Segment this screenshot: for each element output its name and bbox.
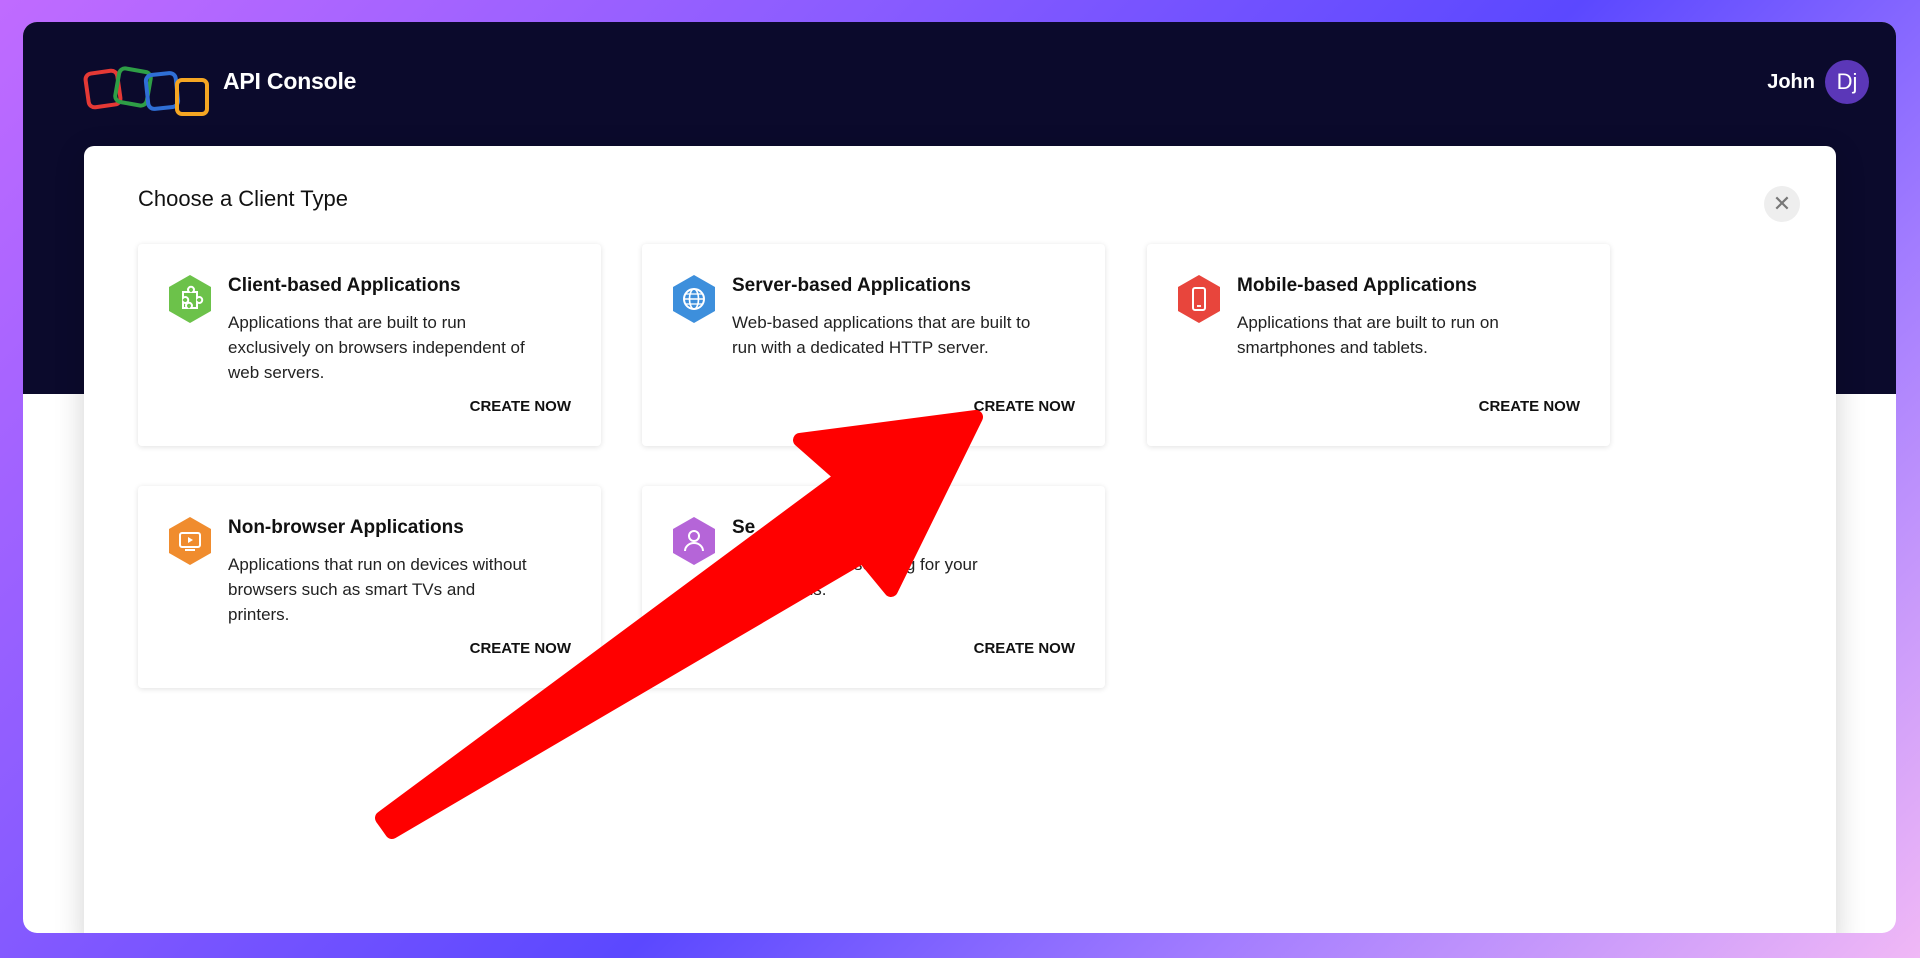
card-description: Web-based applications that are built to…	[732, 313, 1031, 357]
card-description: Applications that run on devices without…	[228, 555, 527, 624]
card-title: Non-browser Applications	[228, 517, 464, 538]
globe-icon	[673, 275, 715, 323]
client-type-modal: Choose a Client Type ✕ Client-based Appl…	[84, 146, 1836, 933]
user-icon	[673, 517, 715, 565]
create-now-button[interactable]: CREATE NOW	[1479, 398, 1580, 415]
mobile-icon	[1178, 275, 1220, 323]
card-title: Server-based Applications	[732, 275, 971, 296]
avatar[interactable]: Dj	[1825, 60, 1869, 104]
card-description: ntials test client-server g for your app…	[732, 555, 978, 599]
app-frame: API Console John Dj Choose a Client Type…	[23, 22, 1896, 933]
card-server-based[interactable]: Server-based Applications Web-based appl…	[642, 244, 1105, 446]
create-now-button[interactable]: CREATE NOW	[470, 640, 571, 657]
create-now-button[interactable]: CREATE NOW	[974, 640, 1075, 657]
app-title: API Console	[223, 68, 357, 94]
user-name: John	[1767, 70, 1815, 93]
card-non-browser[interactable]: Non-browser Applications Applications th…	[138, 486, 601, 688]
user-menu[interactable]: John Dj	[1767, 60, 1869, 104]
card-description: Applications that are built to run exclu…	[228, 313, 525, 382]
card-client-based[interactable]: Client-based Applications Applications t…	[138, 244, 601, 446]
card-description: Applications that are built to run on sm…	[1237, 313, 1499, 357]
logo-icon	[83, 66, 209, 116]
card-title: Se	[732, 517, 756, 538]
card-title: Client-based Applications	[228, 275, 461, 296]
card-self-client[interactable]: Se ntials test client-server g for your …	[642, 486, 1105, 688]
card-title: Mobile-based Applications	[1237, 275, 1477, 296]
puzzle-icon	[169, 275, 211, 323]
modal-title: Choose a Client Type	[138, 186, 348, 211]
tv-icon	[169, 517, 211, 565]
create-now-button[interactable]: CREATE NOW	[470, 398, 571, 415]
card-mobile-based[interactable]: Mobile-based Applications Applications t…	[1147, 244, 1610, 446]
close-button[interactable]: ✕	[1764, 186, 1800, 222]
create-now-button[interactable]: CREATE NOW	[974, 398, 1075, 415]
